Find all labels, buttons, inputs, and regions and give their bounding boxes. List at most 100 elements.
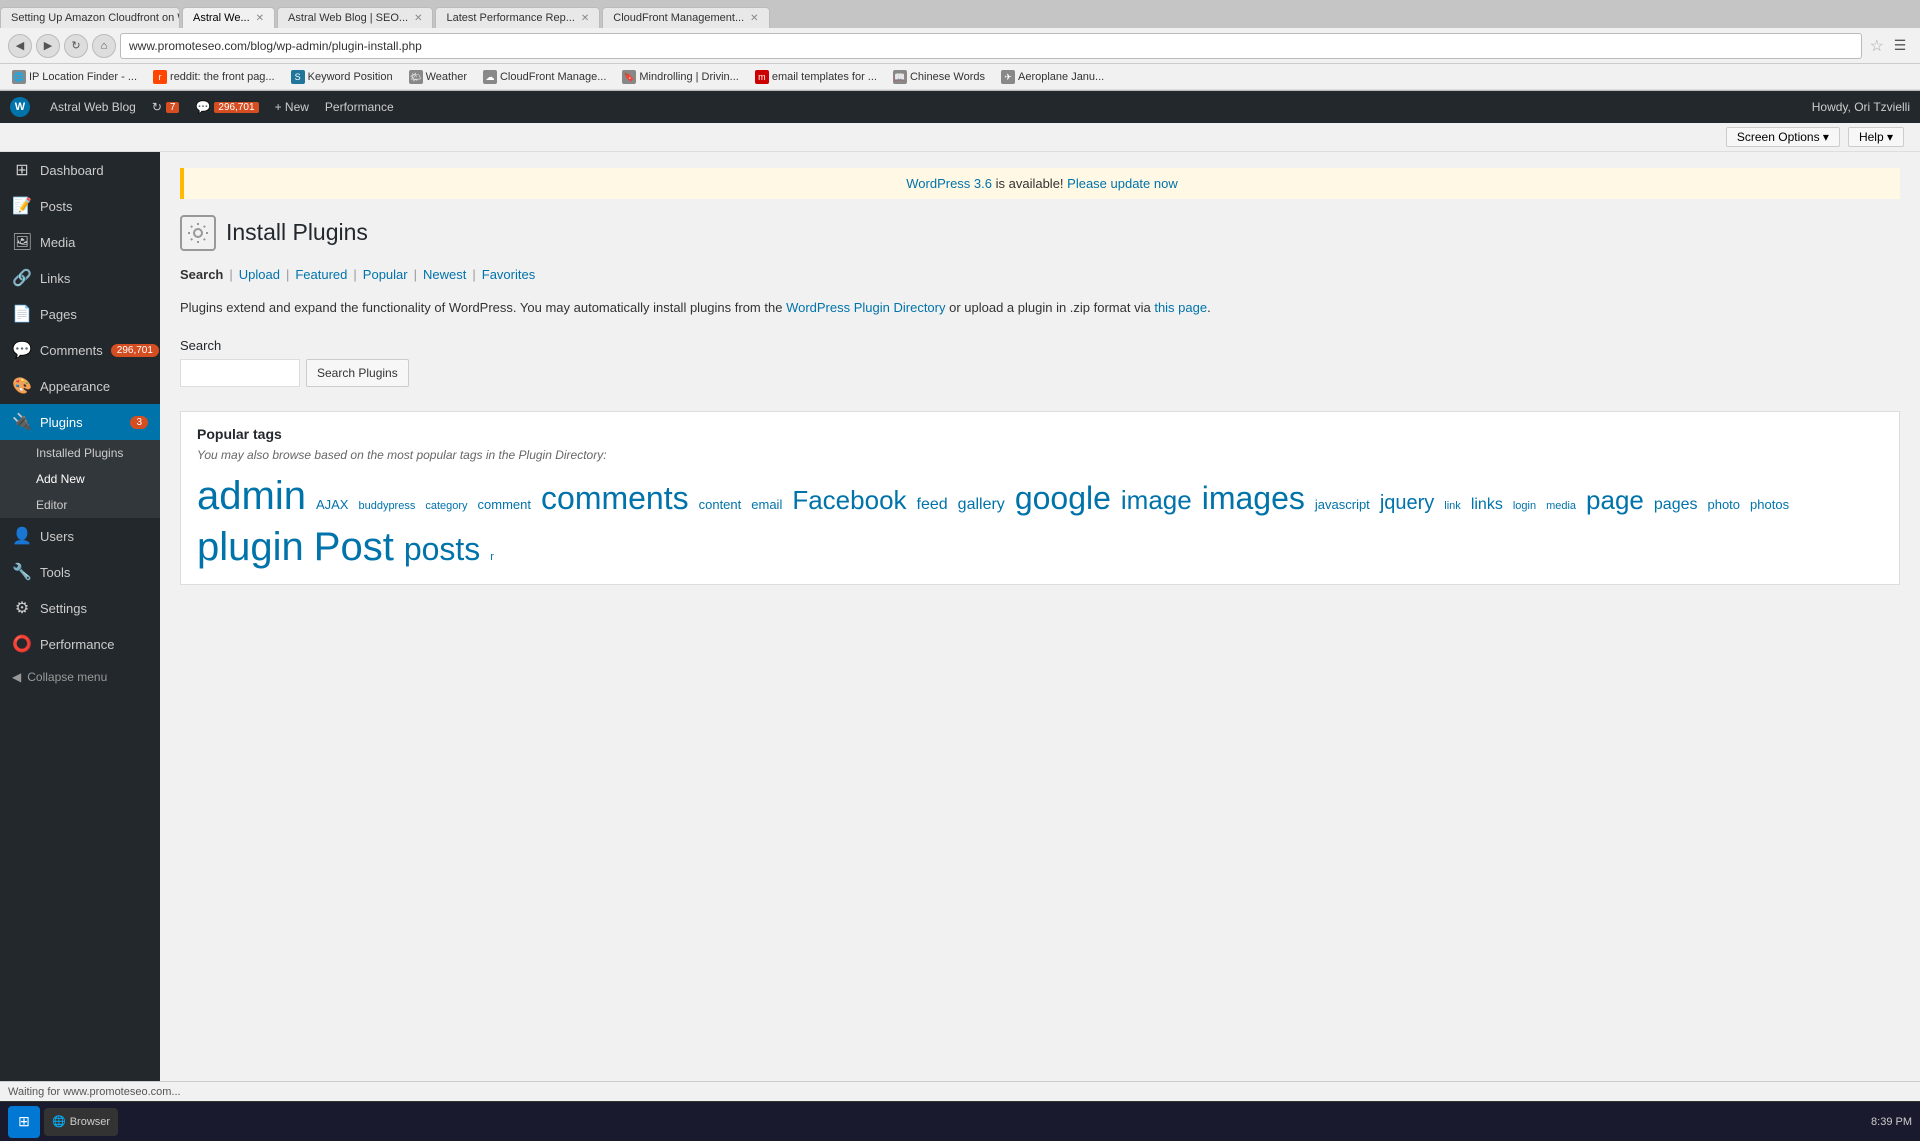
wp-version-link[interactable]: WordPress 3.6 <box>906 176 992 191</box>
subnav-upload[interactable]: Upload <box>239 267 280 282</box>
tag-google[interactable]: google <box>1015 480 1111 517</box>
sidebar-item-pages[interactable]: 📄 Pages <box>0 296 160 332</box>
tag-content[interactable]: content <box>699 497 742 512</box>
help-button[interactable]: Help ▾ <box>1848 127 1904 147</box>
submenu-installed-plugins[interactable]: Installed Plugins <box>0 440 160 466</box>
sidebar-item-plugins[interactable]: 🔌 Plugins 3 <box>0 404 160 440</box>
start-button[interactable]: ⊞ <box>8 1106 40 1138</box>
browser-tab-3[interactable]: Astral Web Blog | SEO... ✕ <box>277 7 433 28</box>
tag-facebook[interactable]: Facebook <box>792 485 906 516</box>
browser-tab-2[interactable]: Astral We... ✕ <box>182 7 275 28</box>
sidebar-item-appearance[interactable]: 🎨 Appearance <box>0 368 160 404</box>
tag-posts[interactable]: posts <box>404 531 480 568</box>
sidebar-item-settings[interactable]: ⚙ Settings <box>0 590 160 626</box>
subnav-newest[interactable]: Newest <box>423 267 466 282</box>
screen-options-button[interactable]: Screen Options ▾ <box>1726 127 1840 147</box>
taskbar-browser[interactable]: 🌐 Browser <box>44 1108 118 1136</box>
bookmark-weather[interactable]: 🌤 Weather <box>405 68 471 86</box>
tag-pages[interactable]: pages <box>1654 496 1698 514</box>
tab-2-close[interactable]: ✕ <box>256 13 264 24</box>
admin-bar-comments[interactable]: 💬 296,701 <box>195 100 258 114</box>
subnav-popular[interactable]: Popular <box>363 267 408 282</box>
tag-image[interactable]: image <box>1121 485 1192 516</box>
tag-r[interactable]: r <box>490 551 494 563</box>
bookmark-ip-location[interactable]: 🌐 IP Location Finder - ... <box>8 68 141 86</box>
sidebar-item-performance[interactable]: ⭕ Performance <box>0 626 160 662</box>
tag-comments[interactable]: comments <box>541 480 689 517</box>
tag-feed[interactable]: feed <box>917 496 948 514</box>
sidebar-item-posts[interactable]: 📝 Posts <box>0 188 160 224</box>
address-bar[interactable] <box>120 33 1862 59</box>
browser-menu-button[interactable]: ☰ <box>1888 34 1912 58</box>
sidebar-item-links[interactable]: 🔗 Links <box>0 260 160 296</box>
search-input[interactable] <box>180 359 300 387</box>
browser-tab-1[interactable]: Setting Up Amazon Cloudfront on Wordpres… <box>0 7 180 28</box>
media-icon: 🖼 <box>12 232 32 252</box>
tag-plugin[interactable]: plugin <box>197 525 304 570</box>
pages-icon: 📄 <box>12 304 32 324</box>
back-button[interactable]: ◀ <box>8 34 32 58</box>
admin-bar-site[interactable]: Astral Web Blog <box>50 100 136 114</box>
tag-photo[interactable]: photo <box>1707 497 1740 512</box>
bookmark-reddit[interactable]: r reddit: the front pag... <box>149 68 279 86</box>
tag-gallery[interactable]: gallery <box>958 496 1005 514</box>
tab-5-close[interactable]: ✕ <box>750 13 758 24</box>
please-update-link[interactable]: Please update now <box>1067 176 1178 191</box>
subnav-featured[interactable]: Featured <box>295 267 347 282</box>
sidebar-item-dashboard[interactable]: ⊞ Dashboard <box>0 152 160 188</box>
bookmark-star[interactable]: ☆ <box>1870 36 1884 56</box>
subnav-favorites[interactable]: Favorites <box>482 267 535 282</box>
browser-tab-4[interactable]: Latest Performance Rep... ✕ <box>435 7 600 28</box>
tab-3-close[interactable]: ✕ <box>414 13 422 24</box>
tag-post[interactable]: Post <box>314 525 394 570</box>
wp-plugin-directory-link[interactable]: WordPress Plugin Directory <box>786 300 945 315</box>
tag-media[interactable]: media <box>1546 500 1576 512</box>
submenu-add-new[interactable]: Add New <box>0 466 160 492</box>
bookmark-cloudfront[interactable]: ☁ CloudFront Manage... <box>479 68 610 86</box>
subnav-search[interactable]: Search <box>180 267 223 282</box>
bookmark-chinese[interactable]: 📖 Chinese Words <box>889 68 989 86</box>
comments-badge: 296,701 <box>214 102 258 113</box>
tag-photos[interactable]: photos <box>1750 497 1789 512</box>
collapse-menu-button[interactable]: ◀ Collapse menu <box>0 662 160 692</box>
tag-jquery[interactable]: jquery <box>1380 492 1434 515</box>
sidebar-item-comments[interactable]: 💬 Comments 296,701 <box>0 332 160 368</box>
forward-button[interactable]: ▶ <box>36 34 60 58</box>
collapse-menu-label: Collapse menu <box>27 670 107 684</box>
admin-bar-updates[interactable]: ↻ 7 <box>152 100 180 114</box>
tag-admin[interactable]: admin <box>197 474 306 519</box>
tag-comment[interactable]: comment <box>478 497 531 512</box>
admin-bar-new[interactable]: + New <box>275 100 309 114</box>
browser-tab-5[interactable]: CloudFront Management... ✕ <box>602 7 769 28</box>
tag-javascript[interactable]: javascript <box>1315 497 1370 512</box>
sidebar-label-tools: Tools <box>40 565 70 580</box>
wp-logo[interactable]: W <box>10 97 30 117</box>
home-button[interactable]: ⌂ <box>92 34 116 58</box>
popular-tags-title: Popular tags <box>197 426 1883 442</box>
tag-link[interactable]: link <box>1444 500 1461 512</box>
this-page-link[interactable]: this page <box>1154 300 1207 315</box>
bookmark-mindrolling[interactable]: 🔖 Mindrolling | Drivin... <box>618 68 742 86</box>
tag-links[interactable]: links <box>1471 496 1503 514</box>
bookmark-aeroplane-label: Aeroplane Janu... <box>1018 71 1104 83</box>
sidebar-item-users[interactable]: 👤 Users <box>0 518 160 554</box>
tag-buddypress[interactable]: buddypress <box>358 500 415 512</box>
bookmark-email[interactable]: m email templates for ... <box>751 68 881 86</box>
bookmark-mindrolling-label: Mindrolling | Drivin... <box>639 71 738 83</box>
reload-button[interactable]: ↻ <box>64 34 88 58</box>
bookmark-keyword[interactable]: S Keyword Position <box>287 68 397 86</box>
plugins-submenu: Installed Plugins Add New Editor <box>0 440 160 518</box>
tag-images[interactable]: images <box>1202 480 1305 517</box>
sidebar-item-tools[interactable]: 🔧 Tools <box>0 554 160 590</box>
submenu-editor[interactable]: Editor <box>0 492 160 518</box>
tag-login[interactable]: login <box>1513 500 1536 512</box>
tag-page[interactable]: page <box>1586 485 1644 516</box>
tag-ajax[interactable]: AJAX <box>316 497 349 512</box>
bookmark-aeroplane[interactable]: ✈ Aeroplane Janu... <box>997 68 1108 86</box>
tab-4-close[interactable]: ✕ <box>581 13 589 24</box>
sidebar-item-media[interactable]: 🖼 Media <box>0 224 160 260</box>
tag-email[interactable]: email <box>751 497 782 512</box>
tag-category[interactable]: category <box>425 500 467 512</box>
search-plugins-button[interactable]: Search Plugins <box>306 359 409 387</box>
admin-bar-performance[interactable]: Performance <box>325 100 394 114</box>
